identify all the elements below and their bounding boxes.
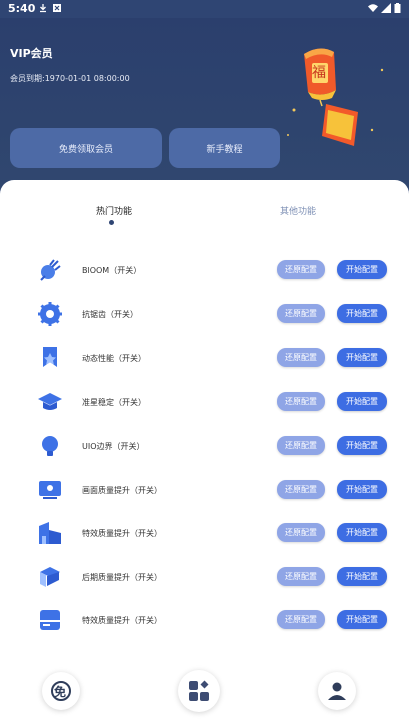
restore-config-button[interactable]: 还原配置 [277,610,325,629]
feature-row: 特效质量提升（开关） 还原配置 开始配置 [0,603,409,639]
vip-title: VIP会员 [10,47,53,60]
restore-config-button[interactable]: 还原配置 [277,392,325,411]
nav-free-button[interactable]: 免 [42,672,80,710]
vip-expire: 会员到期:1970-01-01 08:00:00 [10,73,130,84]
feature-label: 抗锯齿（开关） [82,310,138,319]
restore-config-button[interactable]: 还原配置 [277,304,325,323]
feature-row: 准星稳定（开关） 还原配置 开始配置 [0,385,409,421]
feature-row: 画面质量提升（开关） 还原配置 开始配置 [0,473,409,509]
start-config-button[interactable]: 开始配置 [337,260,387,279]
start-config-button[interactable]: 开始配置 [337,436,387,455]
lantern-decoration: 福 [282,40,392,160]
bulb-icon [42,436,58,456]
plug-icon [40,259,61,281]
star-bookmark-icon [43,347,57,367]
tab-hot-features[interactable]: 热门功能 [96,204,132,217]
lantern-char: 福 [312,65,326,81]
feature-label: 画面质量提升（开关） [82,486,162,495]
feature-row: 后期质量提升（开关） 还原配置 开始配置 [0,560,409,596]
feature-label: 特效质量提升（开关） [82,616,162,625]
start-config-button[interactable]: 开始配置 [337,480,387,499]
feature-label: 动态性能（开关） [82,354,146,363]
lantern-icon [287,48,384,146]
user-icon [328,682,346,700]
free-vip-button[interactable]: 免费领取会员 [10,128,162,168]
start-config-button[interactable]: 开始配置 [337,567,387,586]
start-config-button[interactable]: 开始配置 [337,392,387,411]
layers-icon [40,567,60,587]
battery-icon [394,3,401,13]
restore-config-button[interactable]: 还原配置 [277,480,325,499]
notification-icon [53,4,61,12]
free-coupon-glyph: 免 [54,685,67,699]
start-config-button[interactable]: 开始配置 [337,348,387,367]
feature-row: 特效质量提升（开关） 还原配置 开始配置 [0,516,409,552]
restore-config-button[interactable]: 还原配置 [277,523,325,542]
restore-config-button[interactable]: 还原配置 [277,348,325,367]
signal-icon [381,3,391,13]
status-bar: 5:40 [0,0,409,18]
feature-label: 准星稳定（开关） [82,398,146,407]
nav-profile-button[interactable] [318,672,356,710]
building-icon [39,522,61,544]
wifi-icon [368,4,378,12]
feature-row: 抗锯齿（开关） 还原配置 开始配置 [0,297,409,333]
expire-value: 1970-01-01 08:00:00 [44,74,130,83]
card-icon [40,610,60,630]
download-icon [40,4,46,13]
start-config-button[interactable]: 开始配置 [337,523,387,542]
feature-row: 动态性能（开关） 还原配置 开始配置 [0,341,409,377]
tutorial-button[interactable]: 新手教程 [169,128,280,168]
status-time: 5:40 [8,2,36,15]
restore-config-button[interactable]: 还原配置 [277,260,325,279]
tab-indicator [109,220,114,225]
start-config-button[interactable]: 开始配置 [337,304,387,323]
tab-other-features[interactable]: 其他功能 [280,204,316,217]
feature-label: UIO边界（开关） [82,442,145,451]
screen-icon [39,481,61,499]
gear-icon [38,302,62,326]
start-config-button[interactable]: 开始配置 [337,610,387,629]
restore-config-button[interactable]: 还原配置 [277,436,325,455]
restore-config-button[interactable]: 还原配置 [277,567,325,586]
feature-label: BlOOM（开关） [82,266,142,275]
graduation-cap-icon [38,393,62,410]
feature-row: BlOOM（开关） 还原配置 开始配置 [0,253,409,289]
expire-label: 会员到期: [10,74,45,83]
feature-label: 特效质量提升（开关） [82,529,162,538]
feature-row: UIO边界（开关） 还原配置 开始配置 [0,429,409,465]
nav-home-button[interactable] [178,670,220,712]
apps-grid-icon [189,680,209,701]
feature-label: 后期质量提升（开关） [82,573,162,582]
bottom-nav: 免 [0,664,409,727]
